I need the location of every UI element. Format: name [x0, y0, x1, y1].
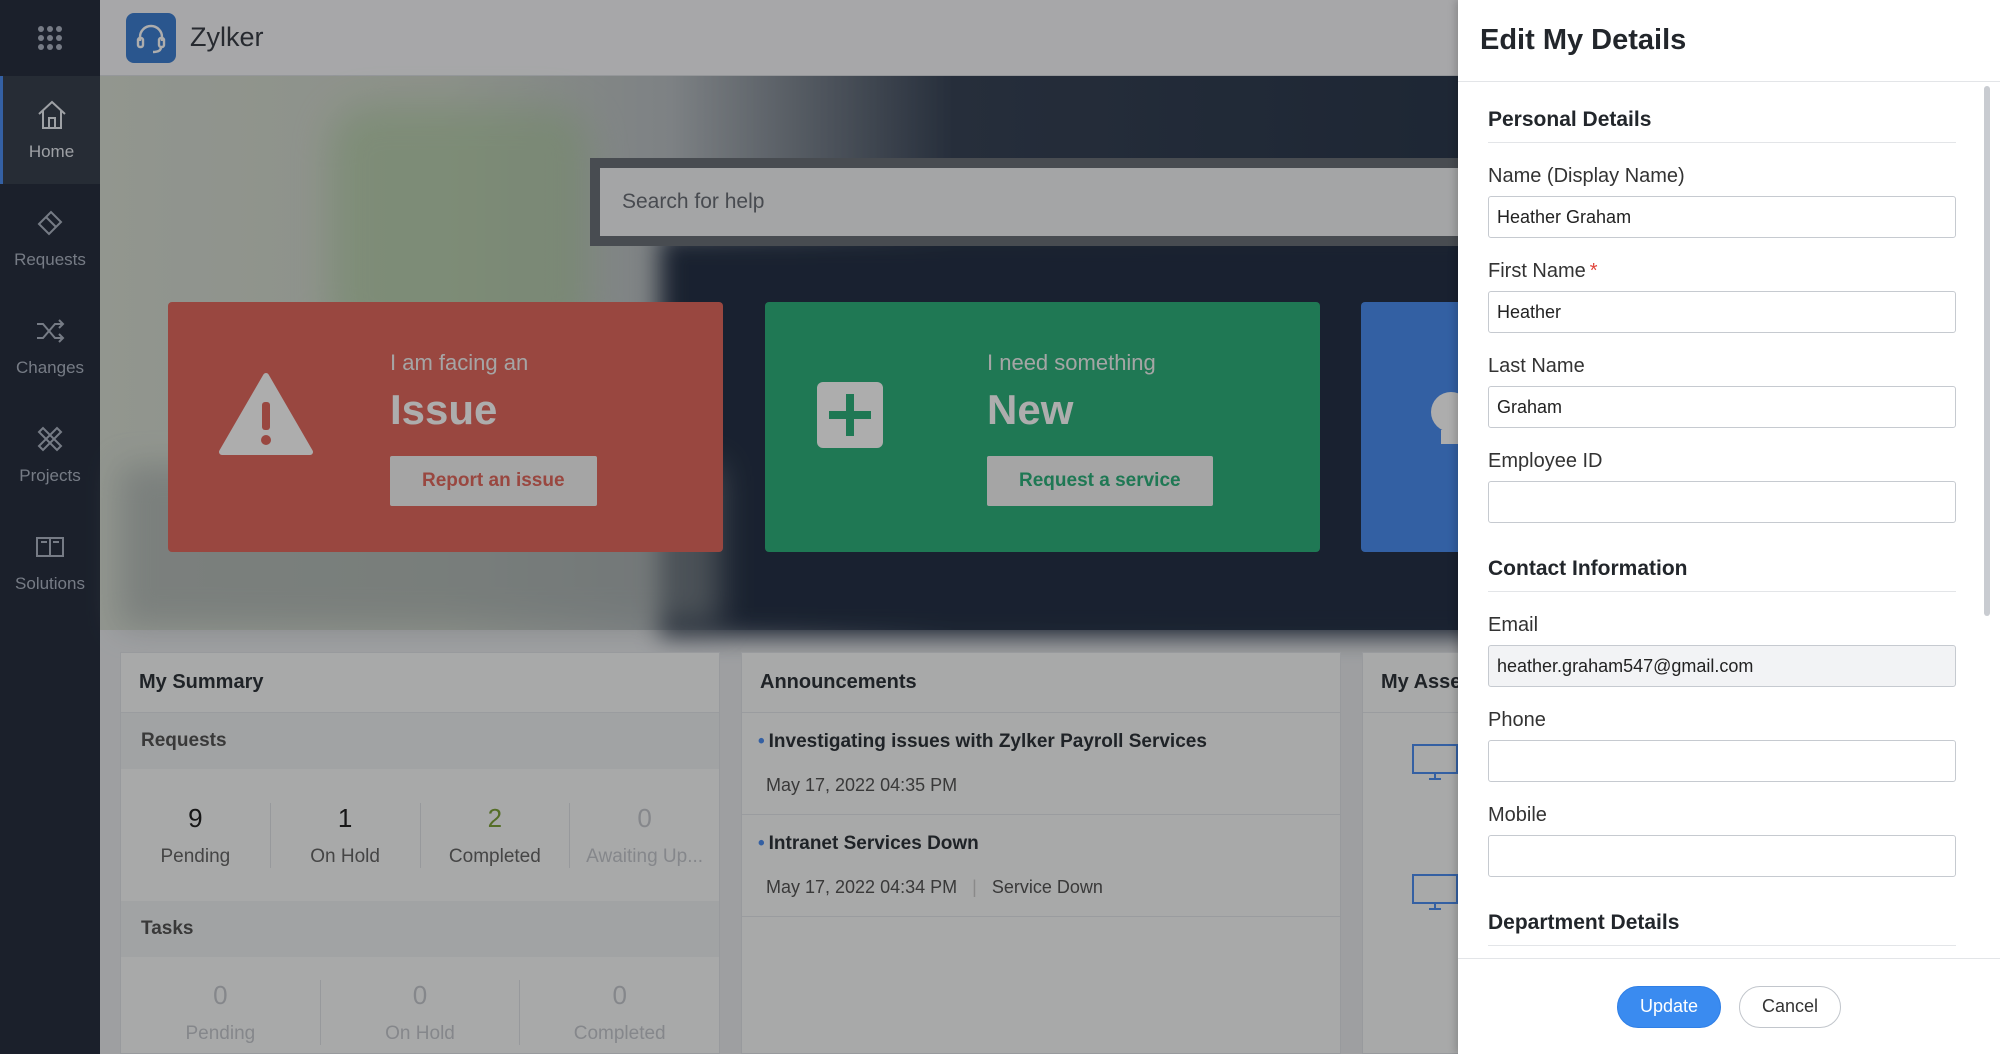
last-name-field[interactable] [1488, 386, 1956, 428]
modal-backdrop[interactable] [0, 0, 1458, 1054]
drawer-form: Personal Details Name (Display Name) Fir… [1458, 82, 2000, 958]
employee-id-label: Employee ID [1488, 450, 1603, 472]
mobile-field[interactable] [1488, 835, 1956, 877]
edit-details-drawer: Edit My Details Personal Details Name (D… [1458, 0, 2000, 1054]
required-marker: * [1589, 260, 1598, 282]
last-name-label: Last Name [1488, 355, 1585, 377]
phone-field[interactable] [1488, 740, 1956, 782]
phone-label: Phone [1488, 709, 1546, 731]
employee-id-field[interactable] [1488, 481, 1956, 523]
update-button[interactable]: Update [1616, 985, 1721, 1028]
email-field[interactable] [1488, 645, 1956, 687]
drawer-title: Edit My Details [1458, 0, 2000, 82]
contact-info-header: Contact Information [1488, 523, 1956, 592]
cancel-button[interactable]: Cancel [1739, 985, 1842, 1028]
first-name-label-row: First Name * [1488, 260, 1956, 283]
mobile-label: Mobile [1488, 804, 1547, 826]
drawer-footer: Update Cancel [1458, 958, 2000, 1054]
personal-details-header: Personal Details [1488, 82, 1956, 143]
email-label: Email [1488, 614, 1539, 636]
first-name-label: First Name [1488, 260, 1586, 282]
display-name-field[interactable] [1488, 196, 1956, 238]
first-name-field[interactable] [1488, 291, 1956, 333]
display-name-label: Name (Display Name) [1488, 165, 1685, 187]
department-details-header: Department Details [1488, 877, 1956, 946]
